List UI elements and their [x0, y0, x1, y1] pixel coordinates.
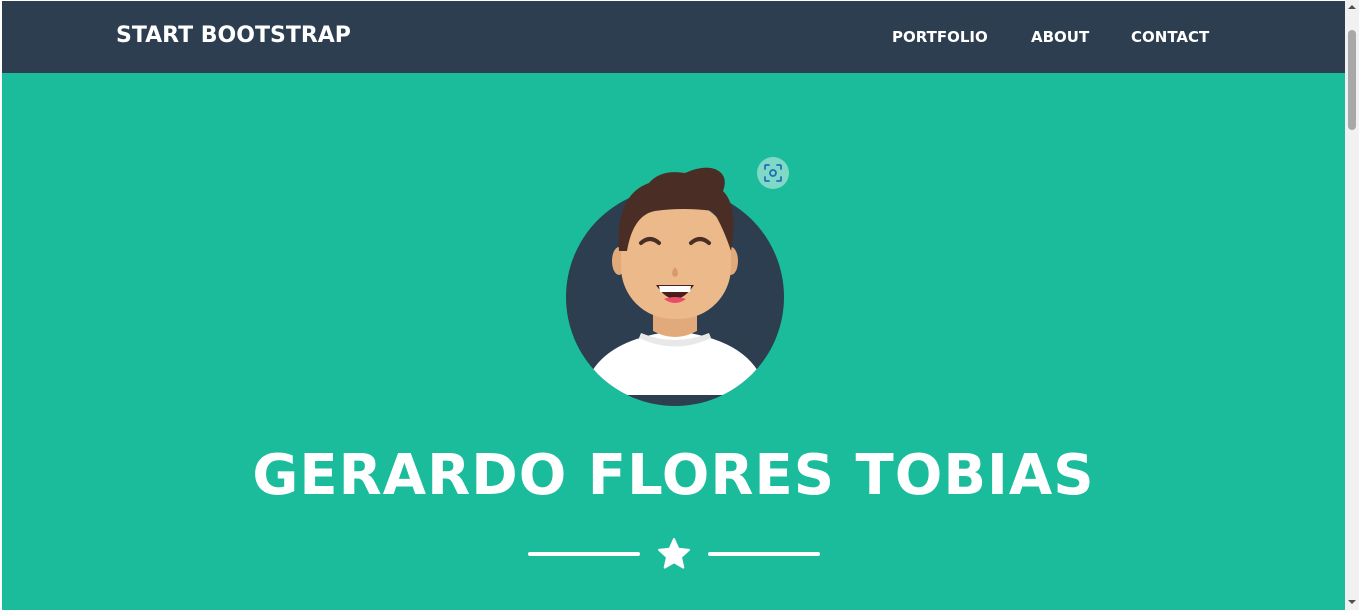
divider-line-right [708, 552, 820, 556]
masthead: GERARDO FLORES TOBIAS [2, 73, 1345, 610]
divider-line-left [528, 552, 640, 556]
brand-link[interactable]: START BOOTSTRAP [116, 23, 351, 48]
nav-link-about[interactable]: ABOUT [1031, 28, 1089, 46]
nav-link-contact[interactable]: CONTACT [1131, 28, 1209, 46]
nav-link-portfolio[interactable]: PORTFOLIO [892, 28, 988, 46]
avatar-illustration [566, 167, 784, 406]
lens-scan-button[interactable] [757, 157, 789, 189]
lens-scan-icon [764, 164, 782, 182]
navbar: START BOOTSTRAP PORTFOLIO ABOUT CONTACT [2, 1, 1345, 73]
scrollbar-thumb[interactable] [1348, 30, 1356, 130]
scroll-down-arrow-icon[interactable] [1347, 597, 1357, 607]
star-icon [658, 538, 690, 569]
hero-name: GERARDO FLORES TOBIAS [252, 443, 1095, 508]
page: START BOOTSTRAP PORTFOLIO ABOUT CONTACT [2, 1, 1345, 610]
scroll-up-arrow-icon[interactable] [1347, 2, 1357, 12]
